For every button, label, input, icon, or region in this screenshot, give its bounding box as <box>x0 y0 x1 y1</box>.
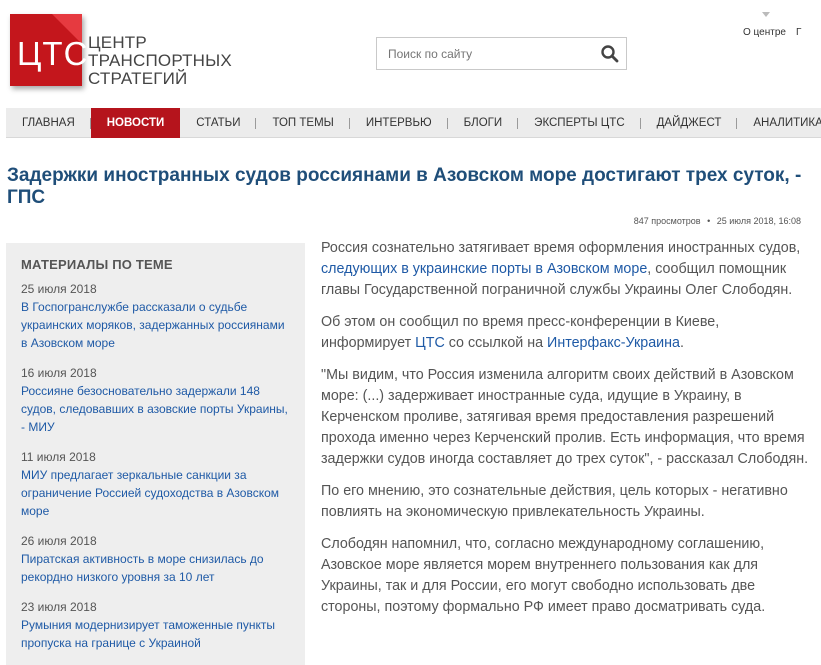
nav-item-experts[interactable]: ЭКСПЕРТЫ ЦТС <box>518 108 642 138</box>
related-link[interactable]: Румыния модернизирует таможенные пункты … <box>21 618 275 650</box>
related-link[interactable]: МИУ предлагает зеркальные санкции за огр… <box>21 468 279 518</box>
nav-item-articles[interactable]: СТАТЬИ <box>180 108 257 138</box>
nav-item-digest[interactable]: ДАЙДЖЕСТ <box>641 108 738 138</box>
related-date: 23 июля 2018 <box>21 600 97 614</box>
article-paragraph-2: Об этом он сообщил по время пресс-конфер… <box>321 312 811 354</box>
logo-mark[interactable]: ЦТС <box>10 14 87 86</box>
text-span: Россия сознательно затягивает время офор… <box>321 240 801 256</box>
related-materials: МАТЕРИАЛЫ ПО ТЕМЕ 25 июля 2018 В Госпогр… <box>6 243 305 665</box>
nav-item-home[interactable]: ГЛАВНАЯ <box>6 108 91 138</box>
list-item: 16 июля 2018 Россияне безосновательно за… <box>21 366 290 436</box>
nav-item-interviews[interactable]: ИНТЕРВЬЮ <box>350 108 448 138</box>
meta-bullet: • <box>707 216 711 226</box>
caret-down-icon[interactable] <box>762 12 770 17</box>
nav-item-analytics[interactable]: АНАЛИТИКА <box>737 108 821 138</box>
logo-line-2: ТРАНСПОРТНЫХ <box>88 51 232 70</box>
related-link[interactable]: В Госпогранслужбе рассказали о судьбе ук… <box>21 300 285 350</box>
top-links: О центре Г <box>743 27 811 38</box>
nav-item-news[interactable]: НОВОСТИ <box>90 107 181 138</box>
related-date: 11 июля 2018 <box>21 450 96 464</box>
top-link-more[interactable]: Г <box>796 27 801 38</box>
article-body: Россия сознательно затягивает время офор… <box>321 238 811 629</box>
main-nav: ГЛАВНАЯ НОВОСТИ СТАТЬИ ТОП ТЕМЫ ИНТЕРВЬЮ… <box>6 107 821 138</box>
related-link[interactable]: Россияне безосновательно задержали 148 с… <box>21 384 288 434</box>
list-item: 11 июля 2018 МИУ предлагает зеркальные с… <box>21 450 290 520</box>
related-date: 16 июля 2018 <box>21 366 97 380</box>
inline-link-interfax[interactable]: Интерфакс-Украина <box>547 335 680 351</box>
view-count: 847 просмотров <box>633 216 701 226</box>
inline-link-ports[interactable]: следующих в украинские порты в Азовском … <box>321 261 647 277</box>
text-span: . <box>679 335 684 351</box>
nav-item-blogs[interactable]: БЛОГИ <box>448 108 519 138</box>
article-paragraph-1: Россия сознательно затягивает время офор… <box>321 238 811 301</box>
search-box <box>376 37 627 70</box>
article-meta: 847 просмотров • 25 июля 2018, 16:08 <box>630 216 801 226</box>
top-link-about[interactable]: О центре <box>743 27 786 38</box>
list-item: 26 июля 2018 Пиратская активность в море… <box>21 534 290 586</box>
logo-line-1: ЦЕНТР <box>88 33 147 52</box>
related-date: 25 июля 2018 <box>21 282 97 296</box>
article-paragraph-5: Слободян напомнил, что, согласно междуна… <box>321 536 766 615</box>
related-heading: МАТЕРИАЛЫ ПО ТЕМЕ <box>21 257 173 272</box>
list-item: 23 июля 2018 Румыния модернизирует тамож… <box>21 600 290 652</box>
list-item: 25 июля 2018 В Госпогранслужбе рассказал… <box>21 282 290 352</box>
inline-link-cts[interactable]: ЦТС <box>415 335 445 351</box>
search-input[interactable] <box>377 38 587 69</box>
publish-date: 25 июля 2018, 16:08 <box>716 216 801 226</box>
article-paragraph-3: "Мы видим, что Россия изменила алгоритм … <box>321 367 809 467</box>
nav-item-top-topics[interactable]: ТОП ТЕМЫ <box>256 108 351 138</box>
logo-mark-text: ЦТС <box>17 35 89 72</box>
logo-text[interactable]: ЦЕНТР ТРАНСПОРТНЫХ СТРАТЕГИЙ <box>88 34 232 88</box>
logo-line-3: СТРАТЕГИЙ <box>88 69 188 88</box>
text-span: со ссылкой на <box>444 335 548 351</box>
related-date: 26 июля 2018 <box>21 534 97 548</box>
article-title: Задержки иностранных судов россиянами в … <box>7 165 802 208</box>
related-link[interactable]: Пиратская активность в море снизилась до… <box>21 552 264 584</box>
article-paragraph-4: По его мнению, это сознательные действия… <box>321 483 788 520</box>
search-icon[interactable] <box>600 44 620 64</box>
